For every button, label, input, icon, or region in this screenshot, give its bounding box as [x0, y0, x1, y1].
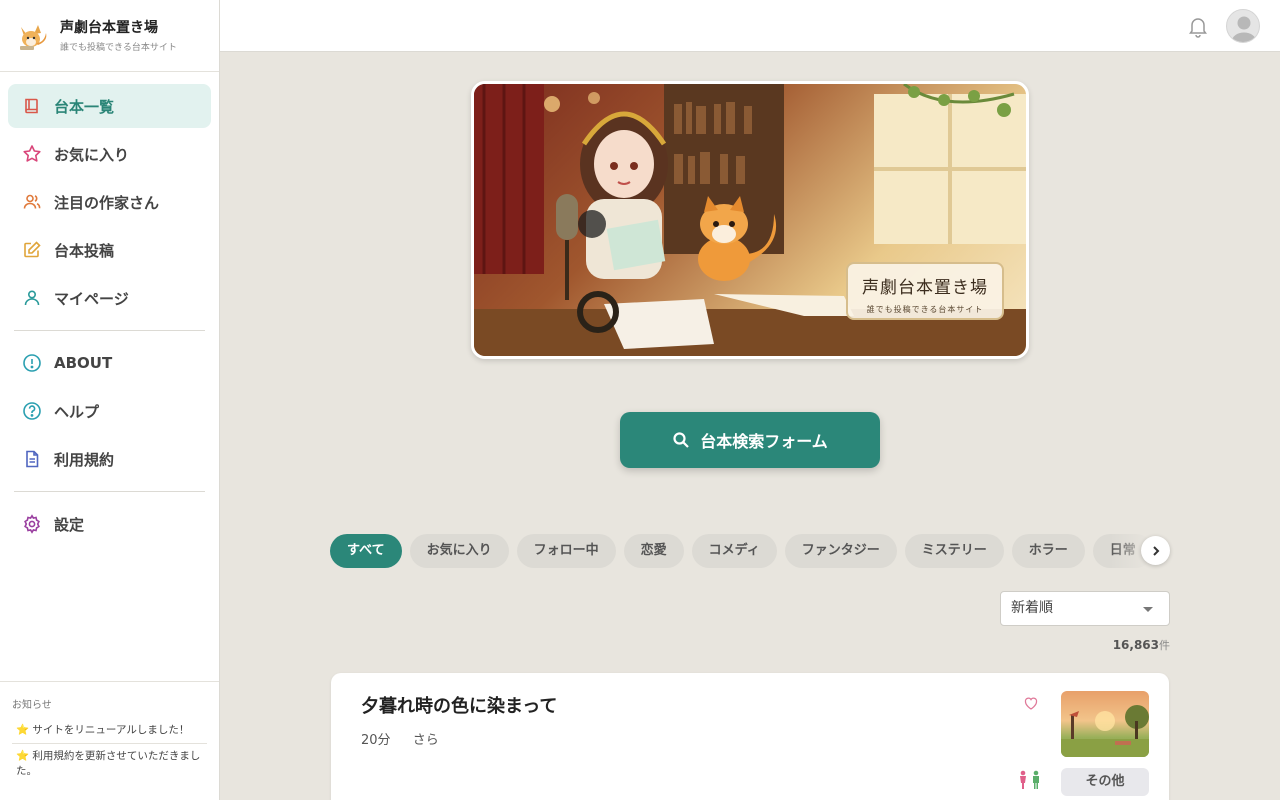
result-count-unit: 件 — [1159, 639, 1170, 652]
users-icon — [22, 192, 42, 212]
fox-logo-icon — [20, 24, 47, 50]
sort-value: 新着順 — [1011, 600, 1053, 616]
document-icon — [22, 449, 42, 469]
cast-icon — [1020, 770, 1039, 789]
sidebar-item-favorites[interactable]: お気に入り — [8, 132, 211, 176]
sort-select[interactable]: 新着順 — [1000, 591, 1170, 626]
sidebar-item-terms[interactable]: 利用規約 — [8, 437, 211, 481]
sidebar-item-scripts[interactable]: 台本一覧 — [8, 84, 211, 128]
gear-icon — [22, 514, 42, 534]
sidebar-item-post-script[interactable]: 台本投稿 — [8, 228, 211, 272]
sidebar-item-help[interactable]: ヘルプ — [8, 389, 211, 433]
search-icon — [673, 432, 690, 448]
script-author[interactable]: さら — [413, 733, 439, 748]
sunset-park-image — [1061, 705, 1149, 757]
brand[interactable]: 声劇台本置き場 誰でも投稿できる台本サイト — [0, 0, 219, 72]
hero-logo-badge: 声劇台本置き場 誰でも投稿できる台本サイト — [846, 262, 1004, 320]
hero-badge-subtitle: 誰でも投稿できる台本サイト — [866, 305, 984, 314]
script-thumbnail[interactable] — [1061, 691, 1149, 757]
script-card[interactable]: 夕暮れ時の色に染まって 20分 さら その他 — [331, 673, 1169, 800]
sidebar-item-label: 設定 — [54, 515, 85, 534]
sidebar-item-label: 台本投稿 — [54, 241, 115, 260]
sidebar-item-settings[interactable]: 設定 — [8, 502, 211, 546]
hero-banner: 声劇台本置き場 誰でも投稿できる台本サイト — [471, 81, 1029, 359]
tab-comedy[interactable]: コメディ — [691, 534, 777, 568]
sidebar-item-label: ABOUT — [54, 354, 113, 372]
hero-badge-title: 声劇台本置き場 — [862, 278, 988, 298]
sidebar-item-mypage[interactable]: マイページ — [8, 276, 211, 320]
tab-fantasy[interactable]: ファンタジー — [784, 534, 897, 568]
star-icon — [22, 144, 42, 164]
bell-icon[interactable] — [1186, 14, 1210, 38]
sidebar-item-about[interactable]: ABOUT — [8, 341, 211, 385]
book-icon — [22, 96, 42, 116]
news-title: お知らせ — [12, 700, 52, 711]
genre-badge[interactable]: その他 — [1061, 768, 1149, 796]
sidebar-item-label: 台本一覧 — [54, 97, 115, 116]
news-item[interactable]: ⭐ サイトをリニューアルしました！ — [12, 723, 207, 744]
genre-tabs: すべてお気に入りフォロー中恋愛コメディファンタジーミステリーホラー日常 — [330, 534, 1170, 568]
script-search-button[interactable]: 台本検索フォーム — [620, 412, 880, 468]
news-item[interactable]: ⭐ 利用規約を更新させていただきました。 — [12, 749, 207, 784]
sidebar-item-label: ヘルプ — [54, 402, 100, 421]
sidebar-item-label: 注目の作家さん — [54, 193, 160, 212]
topbar — [220, 0, 1280, 52]
edit-icon — [22, 240, 42, 260]
result-count: 16,863件 — [1070, 637, 1170, 653]
script-meta: 20分 さら — [361, 729, 457, 748]
nav-divider — [14, 491, 205, 492]
sidebar-item-label: お気に入り — [54, 145, 130, 164]
brand-title: 声劇台本置き場 — [60, 19, 158, 36]
sidebar-item-label: マイページ — [54, 289, 129, 308]
sidebar: 声劇台本置き場 誰でも投稿できる台本サイト 台本一覧 お気に入り 注目の作家さん — [0, 0, 220, 800]
sidebar-nav: 台本一覧 お気に入り 注目の作家さん 台本投稿 マイページ ABOUT ヘルプ … — [0, 72, 219, 546]
chevron-down-icon — [1143, 607, 1153, 612]
brand-subtitle: 誰でも投稿できる台本サイト — [60, 42, 177, 53]
tab-mystery[interactable]: ミステリー — [904, 534, 1004, 568]
user-avatar-icon — [1232, 16, 1256, 42]
chevron-right-icon — [1152, 545, 1159, 556]
script-title[interactable]: 夕暮れ時の色に染まって — [361, 692, 557, 718]
tab-following[interactable]: フォロー中 — [516, 534, 616, 568]
info-icon — [22, 353, 42, 373]
tab-horror[interactable]: ホラー — [1011, 534, 1085, 568]
sidebar-item-featured-authors[interactable]: 注目の作家さん — [8, 180, 211, 224]
help-icon — [22, 401, 42, 421]
sidebar-item-label: 利用規約 — [54, 450, 115, 469]
search-button-label: 台本検索フォーム — [700, 432, 828, 451]
tabs-scroll-right-button[interactable] — [1141, 536, 1170, 565]
heart-icon[interactable] — [1023, 695, 1039, 711]
nav-divider — [14, 330, 205, 331]
news-panel: お知らせ ⭐ サイトをリニューアルしました！ ⭐ 利用規約を更新させていただきま… — [0, 681, 219, 800]
avatar[interactable] — [1226, 9, 1260, 43]
script-duration: 20分 — [361, 733, 391, 748]
user-icon — [22, 288, 42, 308]
result-count-value: 16,863 — [1112, 638, 1159, 652]
tab-favorites[interactable]: お気に入り — [409, 534, 509, 568]
tab-all[interactable]: すべて — [330, 534, 402, 568]
tab-romance[interactable]: 恋愛 — [623, 534, 684, 568]
